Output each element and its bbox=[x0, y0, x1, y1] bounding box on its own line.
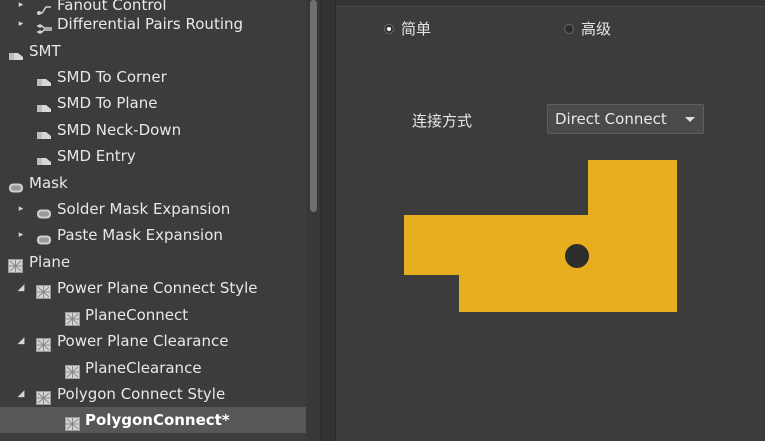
radio-dot bbox=[387, 26, 391, 31]
tree-item[interactable]: ▸ Solder Mask Expansion bbox=[0, 196, 306, 222]
tree-item-label: SMD To Corner bbox=[57, 68, 167, 86]
connect-style-label: 连接方式 bbox=[412, 112, 473, 130]
simple-mode-radio[interactable]: 简单 bbox=[384, 18, 431, 39]
tree-item-label: SMD Entry bbox=[57, 147, 136, 165]
advanced-mode-label: 高级 bbox=[581, 20, 612, 38]
tree-item[interactable]: Plane bbox=[0, 249, 306, 275]
tree-item[interactable]: PolygonConnect* bbox=[0, 407, 306, 433]
via-hole bbox=[565, 244, 589, 268]
expand-triangle-icon[interactable]: ▸ bbox=[15, 203, 27, 215]
tree-item-label: Mask bbox=[29, 174, 68, 192]
tree-item[interactable]: ▸ Paste Mask Expansion bbox=[0, 222, 306, 248]
tree-item-label: SMD Neck-Down bbox=[57, 121, 182, 139]
expand-triangle-icon[interactable]: ▸ bbox=[15, 229, 27, 241]
editor-top-border bbox=[336, 0, 765, 7]
tree-item[interactable]: SMD Neck-Down bbox=[0, 117, 306, 143]
connect-style-select[interactable]: Direct Connect bbox=[547, 104, 704, 134]
tree-scrollbar[interactable] bbox=[306, 0, 320, 441]
tree-item[interactable]: SMD To Corner bbox=[0, 64, 306, 90]
tree-item-label: Power Plane Clearance bbox=[57, 332, 229, 350]
tree-item[interactable]: Mask bbox=[0, 170, 306, 196]
tree-item-label: PolygonConnect* bbox=[85, 411, 230, 429]
tree-item-label: Differential Pairs Routing bbox=[57, 15, 244, 33]
tree-item[interactable]: SMD Entry bbox=[0, 143, 306, 169]
tree-item-label: SMD To Plane bbox=[57, 94, 158, 112]
tree-scroll-thumb[interactable] bbox=[310, 0, 317, 212]
tree-item-label: PlaneClearance bbox=[85, 359, 202, 377]
tree-item[interactable]: ▸ Differential Pairs Routing bbox=[0, 11, 306, 37]
connect-style-value: Direct Connect bbox=[555, 110, 667, 128]
rules-tree: ▸ Fanout Control ▸ Differential Pairs Routi… bbox=[0, 0, 306, 441]
simple-mode-label: 简单 bbox=[401, 20, 432, 38]
expand-triangle-icon[interactable]: ▸ bbox=[15, 18, 27, 30]
collapse-triangle-icon[interactable]: ◢ bbox=[15, 335, 27, 347]
tree-item[interactable]: ◢ Power Plane Clearance bbox=[0, 328, 306, 354]
radio-indicator bbox=[564, 23, 574, 34]
advanced-mode-radio[interactable]: 高级 bbox=[564, 18, 611, 39]
radio-indicator bbox=[384, 23, 394, 34]
polygon-pad-shape bbox=[404, 160, 677, 312]
tree-item-label: Solder Mask Expansion bbox=[57, 200, 231, 218]
tree-item[interactable]: ◢ Polygon Connect Style bbox=[0, 381, 306, 407]
tree-item-label: Power Plane Connect Style bbox=[57, 279, 258, 297]
collapse-triangle-icon[interactable]: ◢ bbox=[15, 282, 27, 294]
chevron-down-icon bbox=[685, 117, 695, 122]
tree-item-label: SMT bbox=[29, 42, 61, 60]
connect-style-preview bbox=[404, 160, 677, 312]
tree-item[interactable]: ◢ Power Plane Connect Style bbox=[0, 275, 306, 301]
expand-triangle-icon[interactable]: ▸ bbox=[15, 0, 27, 11]
tree-item-label: PlaneConnect bbox=[85, 306, 189, 324]
collapse-triangle-icon[interactable]: ◢ bbox=[15, 388, 27, 400]
tree-item-label: Paste Mask Expansion bbox=[57, 226, 223, 244]
tree-item[interactable]: SMD To Plane bbox=[0, 90, 306, 116]
tree-item[interactable]: PlaneClearance bbox=[0, 355, 306, 381]
tree-item-label: Polygon Connect Style bbox=[57, 385, 226, 403]
tree-item[interactable]: PlaneConnect bbox=[0, 302, 306, 328]
plane-icon bbox=[65, 413, 80, 439]
tree-item-label: Plane bbox=[29, 253, 71, 271]
tree-item[interactable]: SMT bbox=[0, 38, 306, 64]
panel-splitter[interactable] bbox=[320, 0, 336, 441]
